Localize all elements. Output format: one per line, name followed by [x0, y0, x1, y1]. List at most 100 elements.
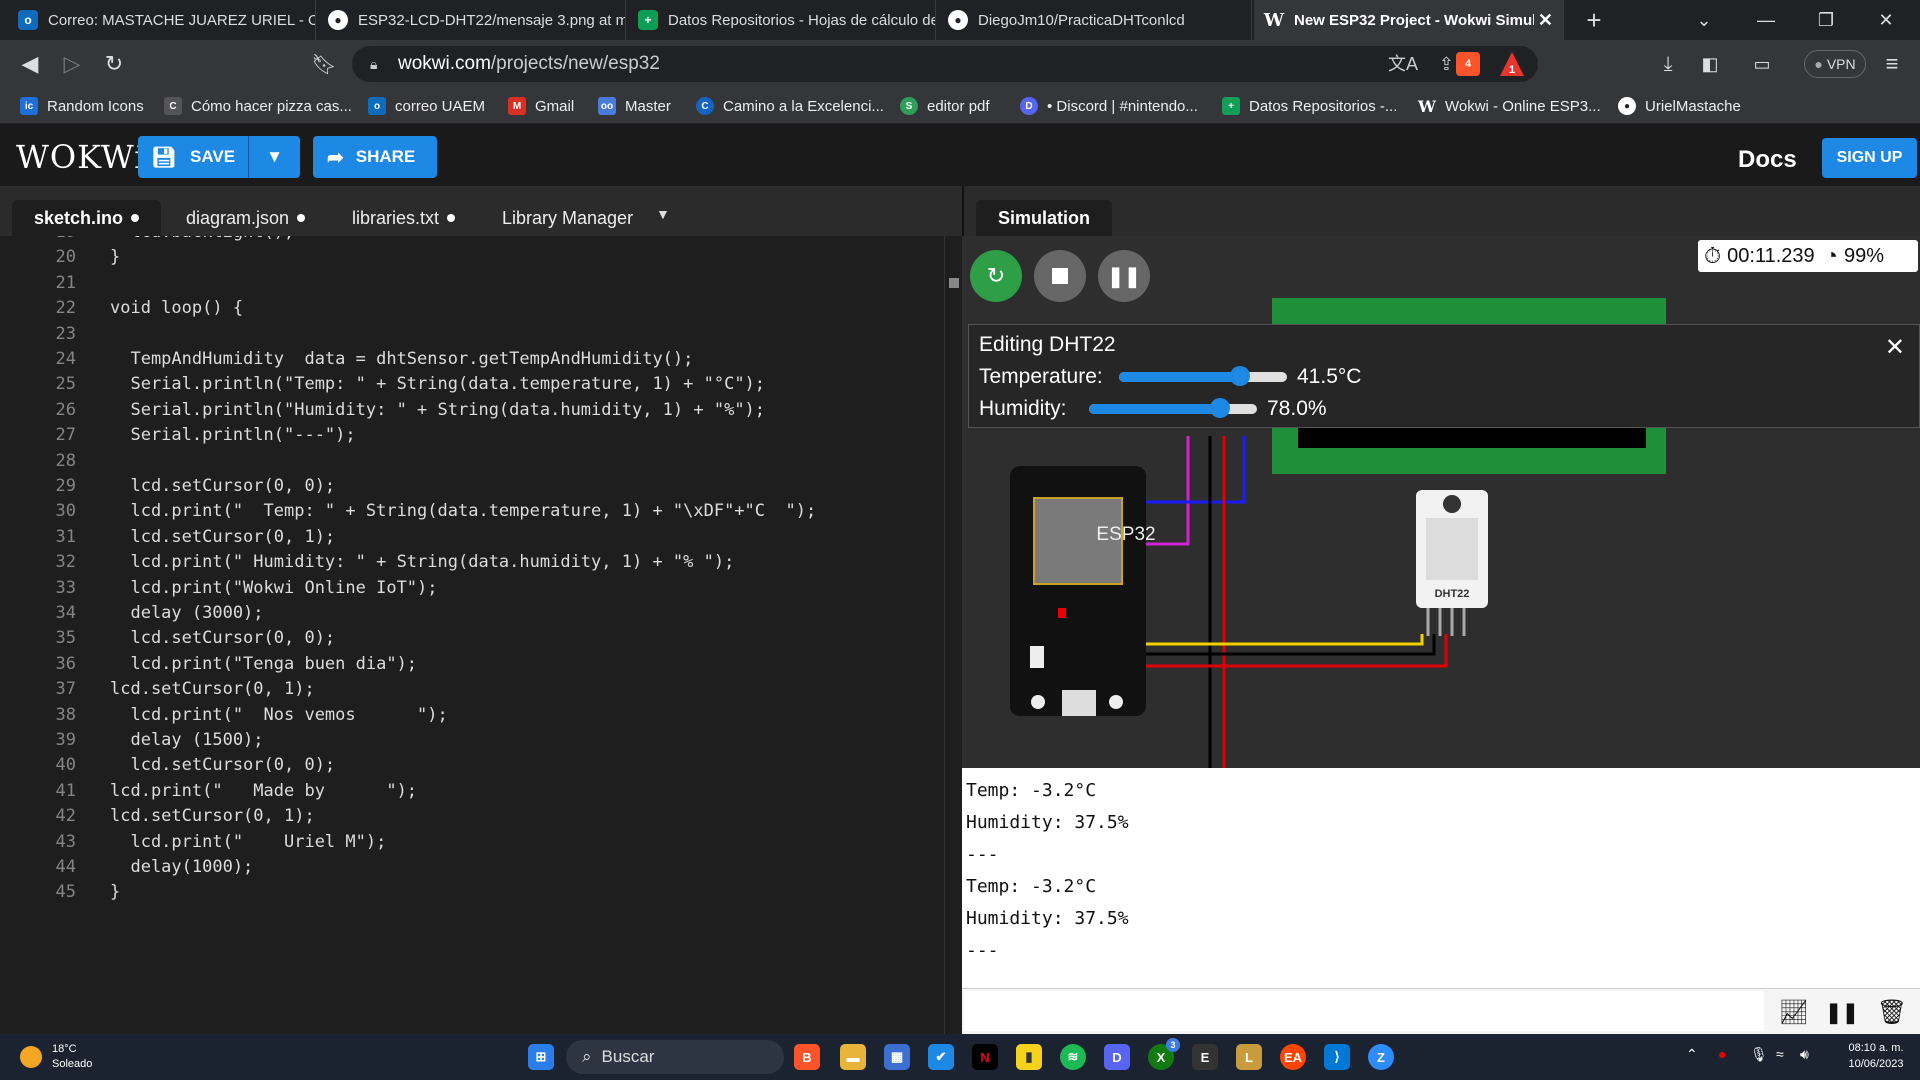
- clear-serial-trash-icon[interactable]: 🗑︎: [1872, 993, 1912, 1031]
- code-line[interactable]: 25 Serial.println("Temp: " + String(data…: [0, 374, 944, 399]
- code-line[interactable]: 42 lcd.setCursor(0, 1);: [0, 806, 944, 831]
- league-icon[interactable]: L: [1236, 1044, 1262, 1070]
- brave-browser-icon[interactable]: B: [794, 1044, 820, 1070]
- browser-tab-wokwi[interactable]: W New ESP32 Project - Wokwi Simulat ✕: [1254, 0, 1564, 40]
- microsoft-store-icon[interactable]: ▦: [884, 1044, 910, 1070]
- browser-tab-outlook[interactable]: o Correo: MASTACHE JUAREZ URIEL - Outl: [8, 0, 316, 40]
- bookmark-discord[interactable]: D • Discord | #nintendo...: [1020, 95, 1198, 117]
- code-line[interactable]: 36 lcd.print("Tenga buen dia");: [0, 654, 944, 679]
- save-options-chevron-icon[interactable]: ▼: [248, 136, 300, 178]
- editor-scrollbar[interactable]: [944, 236, 962, 1036]
- code-line[interactable]: 29 lcd.setCursor(0, 0);: [0, 476, 944, 501]
- close-tab-icon[interactable]: ✕: [1538, 10, 1553, 31]
- tab-diagram-json[interactable]: diagram.json: [164, 200, 327, 236]
- share-page-icon[interactable]: ⇪: [1439, 46, 1454, 82]
- more-tabs-chevron-icon[interactable]: ▼: [656, 206, 670, 222]
- save-button[interactable]: 💾︎ SAVE ▼: [138, 136, 300, 178]
- sign-up-button[interactable]: SIGN UP: [1822, 138, 1917, 178]
- humidity-slider[interactable]: [1089, 398, 1257, 418]
- code-line[interactable]: 37 lcd.setCursor(0, 1);: [0, 679, 944, 704]
- wokwi-logo[interactable]: WOKWi: [16, 138, 145, 176]
- code-line[interactable]: 22 void loop() {: [0, 298, 944, 323]
- translate-icon[interactable]: 文A: [1388, 46, 1418, 82]
- bookmark-datos-repositorios[interactable]: + Datos Repositorios -...: [1222, 95, 1397, 117]
- code-line[interactable]: 38 lcd.print(" Nos vemos ");: [0, 705, 944, 730]
- code-line[interactable]: 24 TempAndHumidity data = dhtSensor.getT…: [0, 349, 944, 374]
- vpn-button[interactable]: ● VPN: [1804, 50, 1866, 78]
- code-line[interactable]: 28: [0, 451, 944, 476]
- downloads-icon[interactable]: ⤓: [1654, 50, 1682, 78]
- show-hidden-icons-chevron[interactable]: ⌃: [1686, 1046, 1698, 1063]
- bookmark-gmail[interactable]: M Gmail: [508, 95, 574, 117]
- url-input[interactable]: 🔒︎ wokwi.com/projects/new/esp32 文A ⇪: [352, 46, 1538, 82]
- minimize-button[interactable]: —: [1738, 0, 1794, 40]
- code-line[interactable]: 43 lcd.print(" Uriel M");: [0, 832, 944, 857]
- code-line[interactable]: 34 delay (3000);: [0, 603, 944, 628]
- bookmark-pizza[interactable]: C Cómo hacer pizza cas...: [164, 95, 352, 117]
- epic-games-icon[interactable]: E: [1192, 1044, 1218, 1070]
- code-line[interactable]: 21: [0, 273, 944, 298]
- simulation-canvas[interactable]: ↻ ❚❚ ⏱︎ 00:11.239 ◔ 99% ESP32 DHT22 Edit…: [962, 236, 1920, 768]
- bookmark-camino[interactable]: C Camino a la Excelenci...: [696, 95, 884, 117]
- code-line[interactable]: 32 lcd.print(" Humidity: " + String(data…: [0, 552, 944, 577]
- wifi-icon[interactable]: ≈: [1776, 1046, 1784, 1062]
- taskbar-search[interactable]: ⌕ Buscar: [566, 1040, 784, 1074]
- code-editor[interactable]: 19 lcd.backlight();20}2122void loop() {2…: [0, 236, 944, 1036]
- code-line[interactable]: 41 lcd.print(" Made by ");: [0, 781, 944, 806]
- forward-icon[interactable]: ▷: [58, 50, 86, 78]
- sticky-notes-icon[interactable]: ▮: [1016, 1044, 1042, 1070]
- browser-tab-github-practica[interactable]: ● DiegoJm10/PracticaDHTconlcd: [938, 0, 1252, 40]
- tab-search-chevron-icon[interactable]: ⌄: [1676, 0, 1732, 40]
- volume-icon[interactable]: 🔊︎: [1800, 1046, 1809, 1063]
- bookmark-uriel-mastache[interactable]: ● UrielMastache: [1618, 95, 1741, 117]
- new-tab-button[interactable]: +: [1566, 0, 1622, 40]
- spotify-icon[interactable]: ≋: [1060, 1044, 1086, 1070]
- code-line[interactable]: 44 delay(1000);: [0, 857, 944, 882]
- docs-link[interactable]: Docs: [1738, 146, 1797, 174]
- todo-icon[interactable]: ✔: [928, 1044, 954, 1070]
- tab-simulation[interactable]: Simulation: [976, 200, 1113, 236]
- code-line[interactable]: 35 lcd.setCursor(0, 0);: [0, 628, 944, 653]
- vscode-icon[interactable]: ⟩: [1324, 1044, 1350, 1070]
- code-line[interactable]: 39 delay (1500);: [0, 730, 944, 755]
- microphone-icon[interactable]: 🎙︎: [1750, 1046, 1768, 1063]
- windows-start-icon[interactable]: ⊞: [528, 1044, 554, 1070]
- wallet-icon[interactable]: ▭: [1748, 50, 1776, 78]
- zoom-icon[interactable]: Z: [1368, 1044, 1394, 1070]
- netflix-icon[interactable]: N: [972, 1044, 998, 1070]
- restore-button[interactable]: ❐: [1798, 0, 1854, 40]
- tab-libraries-txt[interactable]: libraries.txt: [330, 200, 477, 236]
- bookmark-icon[interactable]: 🔖︎: [310, 50, 338, 78]
- ea-icon[interactable]: EA: [1280, 1044, 1306, 1070]
- temperature-slider[interactable]: [1119, 366, 1287, 386]
- code-line[interactable]: 33 lcd.print("Wokwi Online IoT");: [0, 578, 944, 603]
- tab-library-manager[interactable]: Library Manager: [480, 200, 655, 236]
- popup-close-icon[interactable]: ✕: [1885, 333, 1905, 362]
- bookmark-master[interactable]: oo Master: [598, 95, 671, 117]
- code-line[interactable]: 19 lcd.backlight();: [0, 236, 944, 247]
- code-line[interactable]: 30 lcd.print(" Temp: " + String(data.tem…: [0, 501, 944, 526]
- taskbar-clock[interactable]: 08:10 a. m. 10/06/2023: [1836, 1040, 1916, 1072]
- temperature-slider-knob[interactable]: [1229, 366, 1250, 386]
- browser-tab-github-esp32[interactable]: ● ESP32-LCD-DHT22/mensaje 3.png at ma: [318, 0, 626, 40]
- code-line[interactable]: 26 Serial.println("Humidity: " + String(…: [0, 400, 944, 425]
- plotter-icon[interactable]: 📈︎: [1774, 993, 1814, 1031]
- reload-icon[interactable]: ↻: [100, 50, 128, 78]
- brave-shields-icon[interactable]: 4: [1456, 52, 1480, 76]
- weather-widget[interactable]: 18°C Soleado: [20, 1042, 92, 1072]
- code-line[interactable]: 20}: [0, 247, 944, 272]
- bookmark-random-icons[interactable]: ic Random Icons: [20, 95, 144, 117]
- tab-sketch-ino[interactable]: sketch.ino: [12, 200, 162, 236]
- serial-input[interactable]: [964, 991, 1764, 1031]
- file-explorer-icon[interactable]: ▬: [840, 1044, 866, 1070]
- bookmark-editor-pdf[interactable]: Seditor pdf: [900, 95, 990, 117]
- code-line[interactable]: 23: [0, 324, 944, 349]
- scrollbar-thumb[interactable]: [949, 278, 959, 288]
- xbox-icon[interactable]: X3: [1148, 1038, 1180, 1070]
- tray-app-icon[interactable]: ●: [1718, 1046, 1726, 1062]
- browser-tab-sheets[interactable]: + Datos Repositorios - Hojas de cálculo …: [628, 0, 936, 40]
- share-button[interactable]: ➦ SHARE: [313, 136, 437, 178]
- humidity-slider-knob[interactable]: [1210, 398, 1231, 418]
- menu-icon[interactable]: ≡: [1878, 50, 1906, 78]
- bookmark-wokwi[interactable]: W Wokwi - Online ESP3...: [1418, 95, 1601, 117]
